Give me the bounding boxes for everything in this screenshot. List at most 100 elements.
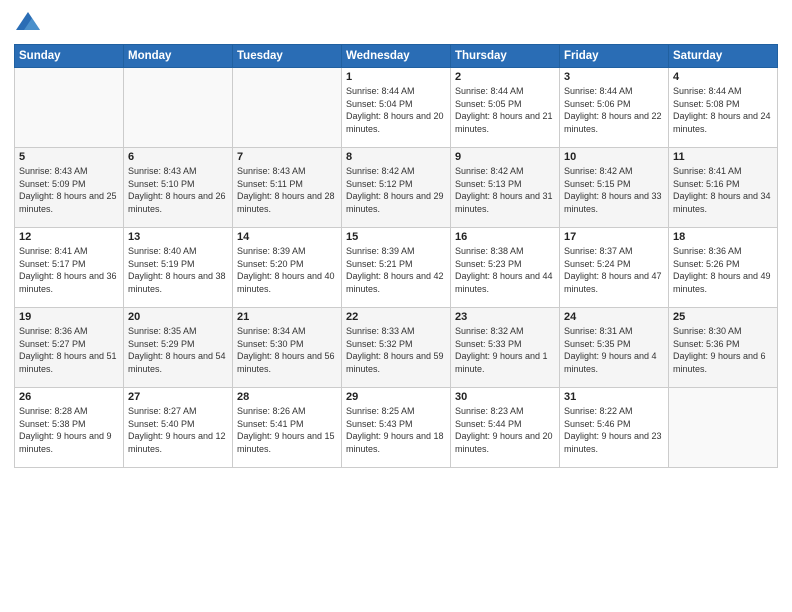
day-info: Sunrise: 8:44 AM Sunset: 5:08 PM Dayligh…: [673, 85, 773, 135]
calendar-cell: 27Sunrise: 8:27 AM Sunset: 5:40 PM Dayli…: [124, 388, 233, 468]
day-number: 22: [346, 311, 446, 323]
calendar-cell: 18 Sunrise: 8:36 AM Sunset: 5:26 PM Dayli…: [669, 228, 778, 308]
day-number: 26: [19, 391, 119, 403]
day-info: Sunrise: 8:40 AM Sunset: 5:19 PM Dayligh…: [128, 245, 228, 295]
calendar-cell: 14Sunrise: 8:39 AM Sunset: 5:20 PM Dayli…: [233, 228, 342, 308]
calendar-cell: 25 Sunrise: 8:30 AM Sunset: 5:36 PM Dayli…: [669, 308, 778, 388]
day-number: 4: [673, 71, 773, 83]
day-info: Sunrise: 8:37 AM Sunset: 5:24 PM Dayligh…: [564, 245, 664, 295]
day-info: Sunrise: 8:34 AM Sunset: 5:30 PM Dayligh…: [237, 325, 337, 375]
day-number: 19: [19, 311, 119, 323]
calendar-cell: 24Sunrise: 8:31 AM Sunset: 5:35 PM Dayli…: [560, 308, 669, 388]
week-row-3: 12Sunrise: 8:41 AM Sunset: 5:17 PM Dayli…: [15, 228, 778, 308]
calendar-cell: 26 Sunrise: 8:28 AM Sunset: 5:38 PM Dayli…: [15, 388, 124, 468]
day-info: Sunrise: 8:41 AM Sunset: 5:16 PM Dayligh…: [673, 165, 773, 215]
calendar-cell: [15, 68, 124, 148]
day-number: 11: [673, 151, 773, 163]
calendar-cell: 10 Sunrise: 8:42 AM Sunset: 5:15 PM Dayli…: [560, 148, 669, 228]
week-row-1: 1 Sunrise: 8:44 AM Sunset: 5:04 PM Daylig…: [15, 68, 778, 148]
logo-icon: [14, 10, 42, 38]
week-row-2: 5 Sunrise: 8:43 AM Sunset: 5:09 PM Daylig…: [15, 148, 778, 228]
day-info: Sunrise: 8:42 AM Sunset: 5:13 PM Dayligh…: [455, 165, 555, 215]
calendar-cell: 19 Sunrise: 8:36 AM Sunset: 5:27 PM Dayli…: [15, 308, 124, 388]
day-info: Sunrise: 8:26 AM Sunset: 5:41 PM Dayligh…: [237, 405, 337, 455]
weekday-header-saturday: Saturday: [669, 45, 778, 68]
day-info: Sunrise: 8:44 AM Sunset: 5:05 PM Dayligh…: [455, 85, 555, 135]
day-number: 3: [564, 71, 664, 83]
day-number: 1: [346, 71, 446, 83]
day-info: Sunrise: 8:39 AM Sunset: 5:21 PM Dayligh…: [346, 245, 446, 295]
day-number: 5: [19, 151, 119, 163]
day-number: 25: [673, 311, 773, 323]
day-info: Sunrise: 8:30 AM Sunset: 5:36 PM Dayligh…: [673, 325, 773, 375]
day-info: Sunrise: 8:43 AM Sunset: 5:10 PM Dayligh…: [128, 165, 228, 215]
day-info: Sunrise: 8:23 AM Sunset: 5:44 PM Dayligh…: [455, 405, 555, 455]
day-number: 17: [564, 231, 664, 243]
calendar: SundayMondayTuesdayWednesdayThursdayFrid…: [14, 44, 778, 468]
day-number: 10: [564, 151, 664, 163]
weekday-header-monday: Monday: [124, 45, 233, 68]
day-number: 9: [455, 151, 555, 163]
calendar-cell: 2 Sunrise: 8:44 AM Sunset: 5:05 PM Daylig…: [451, 68, 560, 148]
calendar-cell: 23 Sunrise: 8:32 AM Sunset: 5:33 PM Dayli…: [451, 308, 560, 388]
weekday-header-tuesday: Tuesday: [233, 45, 342, 68]
calendar-cell: 31 Sunrise: 8:22 AM Sunset: 5:46 PM Dayli…: [560, 388, 669, 468]
day-info: Sunrise: 8:44 AM Sunset: 5:06 PM Dayligh…: [564, 85, 664, 135]
weekday-header-sunday: Sunday: [15, 45, 124, 68]
calendar-cell: 7 Sunrise: 8:43 AM Sunset: 5:11 PM Daylig…: [233, 148, 342, 228]
day-info: Sunrise: 8:32 AM Sunset: 5:33 PM Dayligh…: [455, 325, 555, 375]
day-info: Sunrise: 8:42 AM Sunset: 5:15 PM Dayligh…: [564, 165, 664, 215]
calendar-cell: 28Sunrise: 8:26 AM Sunset: 5:41 PM Dayli…: [233, 388, 342, 468]
calendar-cell: 16 Sunrise: 8:38 AM Sunset: 5:23 PM Dayli…: [451, 228, 560, 308]
day-info: Sunrise: 8:36 AM Sunset: 5:26 PM Dayligh…: [673, 245, 773, 295]
calendar-cell: 9 Sunrise: 8:42 AM Sunset: 5:13 PM Daylig…: [451, 148, 560, 228]
day-info: Sunrise: 8:33 AM Sunset: 5:32 PM Dayligh…: [346, 325, 446, 375]
day-info: Sunrise: 8:43 AM Sunset: 5:09 PM Dayligh…: [19, 165, 119, 215]
calendar-cell: 20 Sunrise: 8:35 AM Sunset: 5:29 PM Dayli…: [124, 308, 233, 388]
day-number: 13: [128, 231, 228, 243]
day-info: Sunrise: 8:28 AM Sunset: 5:38 PM Dayligh…: [19, 405, 119, 455]
weekday-header-row: SundayMondayTuesdayWednesdayThursdayFrid…: [15, 45, 778, 68]
day-number: 20: [128, 311, 228, 323]
day-info: Sunrise: 8:41 AM Sunset: 5:17 PM Dayligh…: [19, 245, 119, 295]
calendar-cell: 5 Sunrise: 8:43 AM Sunset: 5:09 PM Daylig…: [15, 148, 124, 228]
day-info: Sunrise: 8:44 AM Sunset: 5:04 PM Dayligh…: [346, 85, 446, 135]
calendar-cell: 21 Sunrise: 8:34 AM Sunset: 5:30 PM Dayli…: [233, 308, 342, 388]
weekday-header-thursday: Thursday: [451, 45, 560, 68]
day-info: Sunrise: 8:25 AM Sunset: 5:43 PM Dayligh…: [346, 405, 446, 455]
day-number: 31: [564, 391, 664, 403]
day-info: Sunrise: 8:39 AM Sunset: 5:20 PM Dayligh…: [237, 245, 337, 295]
day-number: 8: [346, 151, 446, 163]
day-number: 18: [673, 231, 773, 243]
calendar-cell: 15 Sunrise: 8:39 AM Sunset: 5:21 PM Dayli…: [342, 228, 451, 308]
day-info: Sunrise: 8:35 AM Sunset: 5:29 PM Dayligh…: [128, 325, 228, 375]
day-number: 15: [346, 231, 446, 243]
day-number: 21: [237, 311, 337, 323]
calendar-cell: 4 Sunrise: 8:44 AM Sunset: 5:08 PM Daylig…: [669, 68, 778, 148]
logo: [14, 10, 46, 38]
day-number: 24: [564, 311, 664, 323]
weekday-header-friday: Friday: [560, 45, 669, 68]
day-info: Sunrise: 8:22 AM Sunset: 5:46 PM Dayligh…: [564, 405, 664, 455]
weekday-header-wednesday: Wednesday: [342, 45, 451, 68]
day-info: Sunrise: 8:43 AM Sunset: 5:11 PM Dayligh…: [237, 165, 337, 215]
calendar-cell: 22 Sunrise: 8:33 AM Sunset: 5:32 PM Dayli…: [342, 308, 451, 388]
day-number: 16: [455, 231, 555, 243]
header: [14, 10, 778, 38]
calendar-cell: 29 Sunrise: 8:25 AM Sunset: 5:43 PM Dayli…: [342, 388, 451, 468]
calendar-cell: 17 Sunrise: 8:37 AM Sunset: 5:24 PM Dayli…: [560, 228, 669, 308]
day-number: 7: [237, 151, 337, 163]
day-number: 6: [128, 151, 228, 163]
calendar-cell: 6 Sunrise: 8:43 AM Sunset: 5:10 PM Daylig…: [124, 148, 233, 228]
calendar-cell: [669, 388, 778, 468]
calendar-cell: 13 Sunrise: 8:40 AM Sunset: 5:19 PM Dayli…: [124, 228, 233, 308]
calendar-cell: 8Sunrise: 8:42 AM Sunset: 5:12 PM Daylig…: [342, 148, 451, 228]
day-number: 29: [346, 391, 446, 403]
day-info: Sunrise: 8:38 AM Sunset: 5:23 PM Dayligh…: [455, 245, 555, 295]
calendar-cell: 12Sunrise: 8:41 AM Sunset: 5:17 PM Dayli…: [15, 228, 124, 308]
day-number: 2: [455, 71, 555, 83]
calendar-cell: [233, 68, 342, 148]
day-number: 23: [455, 311, 555, 323]
calendar-cell: 1 Sunrise: 8:44 AM Sunset: 5:04 PM Daylig…: [342, 68, 451, 148]
day-info: Sunrise: 8:36 AM Sunset: 5:27 PM Dayligh…: [19, 325, 119, 375]
